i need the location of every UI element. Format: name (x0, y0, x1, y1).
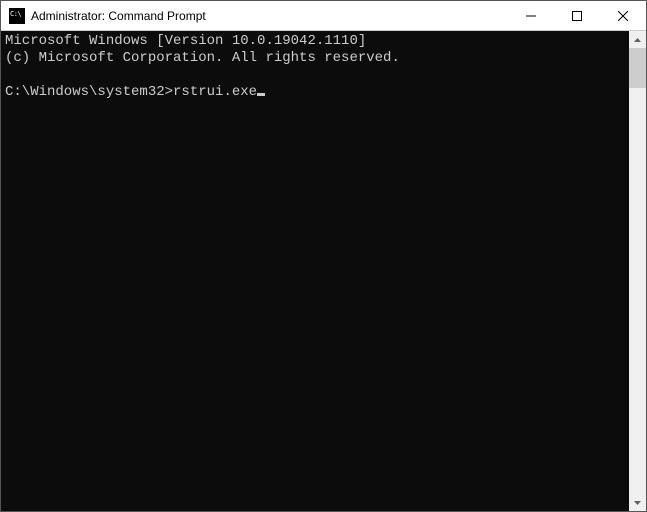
chevron-down-icon (634, 501, 641, 505)
scroll-up-button[interactable] (629, 31, 646, 48)
chevron-up-icon (634, 38, 641, 42)
scroll-thumb[interactable] (629, 48, 646, 88)
terminal-output[interactable]: Microsoft Windows [Version 10.0.19042.11… (1, 31, 629, 511)
content-area: Microsoft Windows [Version 10.0.19042.11… (1, 31, 646, 511)
cmd-icon (9, 8, 25, 24)
cursor-icon (257, 93, 265, 96)
close-button[interactable] (600, 1, 646, 31)
window-title: Administrator: Command Prompt (31, 9, 206, 23)
version-line: Microsoft Windows [Version 10.0.19042.11… (5, 33, 366, 49)
close-icon (618, 11, 628, 21)
minimize-button[interactable] (508, 1, 554, 31)
scroll-down-button[interactable] (629, 494, 646, 511)
titlebar[interactable]: Administrator: Command Prompt (1, 1, 646, 31)
minimize-icon (526, 11, 536, 21)
scroll-track[interactable] (629, 88, 646, 494)
command-prompt-window: Administrator: Command Prompt Microsoft … (0, 0, 647, 512)
maximize-icon (572, 11, 582, 21)
copyright-line: (c) Microsoft Corporation. All rights re… (5, 50, 400, 66)
prompt-path: C:\Windows\system32> (5, 84, 173, 100)
vertical-scrollbar[interactable] (629, 31, 646, 511)
typed-command: rstrui.exe (173, 84, 257, 100)
maximize-button[interactable] (554, 1, 600, 31)
